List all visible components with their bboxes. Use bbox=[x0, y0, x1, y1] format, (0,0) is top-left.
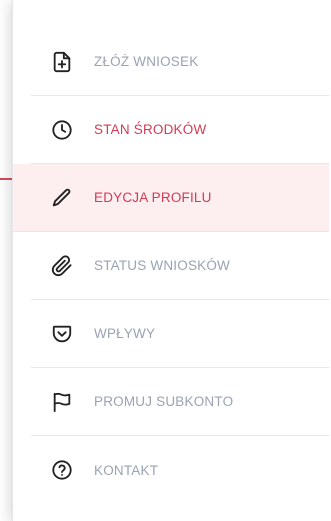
inbox-chevron-icon bbox=[51, 323, 73, 345]
clock-icon bbox=[51, 119, 73, 141]
menu-item-kontakt[interactable]: KONTAKT bbox=[31, 436, 329, 504]
menu-item-zloz-wniosek[interactable]: ZŁÓŻ WNIOSEK bbox=[31, 28, 329, 96]
menu-item-stan-srodkow[interactable]: STAN ŚRODKÓW bbox=[31, 96, 329, 164]
menu-item-promuj-subkonto[interactable]: PROMUJ SUBKONTO bbox=[31, 368, 329, 436]
flag-icon bbox=[51, 391, 73, 413]
paperclip-icon bbox=[51, 254, 73, 277]
menu-item-label: STATUS WNIOSKÓW bbox=[94, 258, 230, 273]
menu-item-label: PROMUJ SUBKONTO bbox=[94, 394, 234, 409]
menu-item-status-wnioskow[interactable]: STATUS WNIOSKÓW bbox=[31, 232, 329, 300]
screen: ZŁÓŻ WNIOSEK STAN ŚRODKÓW EDYCJA PROFILU… bbox=[0, 0, 331, 521]
menu-list: ZŁÓŻ WNIOSEK STAN ŚRODKÓW EDYCJA PROFILU… bbox=[13, 28, 329, 504]
menu-item-edycja-profilu[interactable]: EDYCJA PROFILU bbox=[13, 164, 329, 232]
menu-item-wplywy[interactable]: WPŁYWY bbox=[31, 300, 329, 368]
pointer-line bbox=[0, 178, 12, 180]
menu-item-label: WPŁYWY bbox=[94, 326, 156, 341]
menu-item-label: ZŁÓŻ WNIOSEK bbox=[94, 54, 199, 69]
pencil-icon bbox=[51, 187, 73, 209]
document-plus-icon bbox=[51, 51, 73, 73]
question-circle-icon bbox=[51, 459, 73, 481]
menu-item-label: EDYCJA PROFILU bbox=[94, 190, 212, 205]
side-menu-panel: ZŁÓŻ WNIOSEK STAN ŚRODKÓW EDYCJA PROFILU… bbox=[12, 0, 331, 521]
menu-item-label: STAN ŚRODKÓW bbox=[94, 122, 207, 137]
menu-item-label: KONTAKT bbox=[94, 462, 159, 478]
